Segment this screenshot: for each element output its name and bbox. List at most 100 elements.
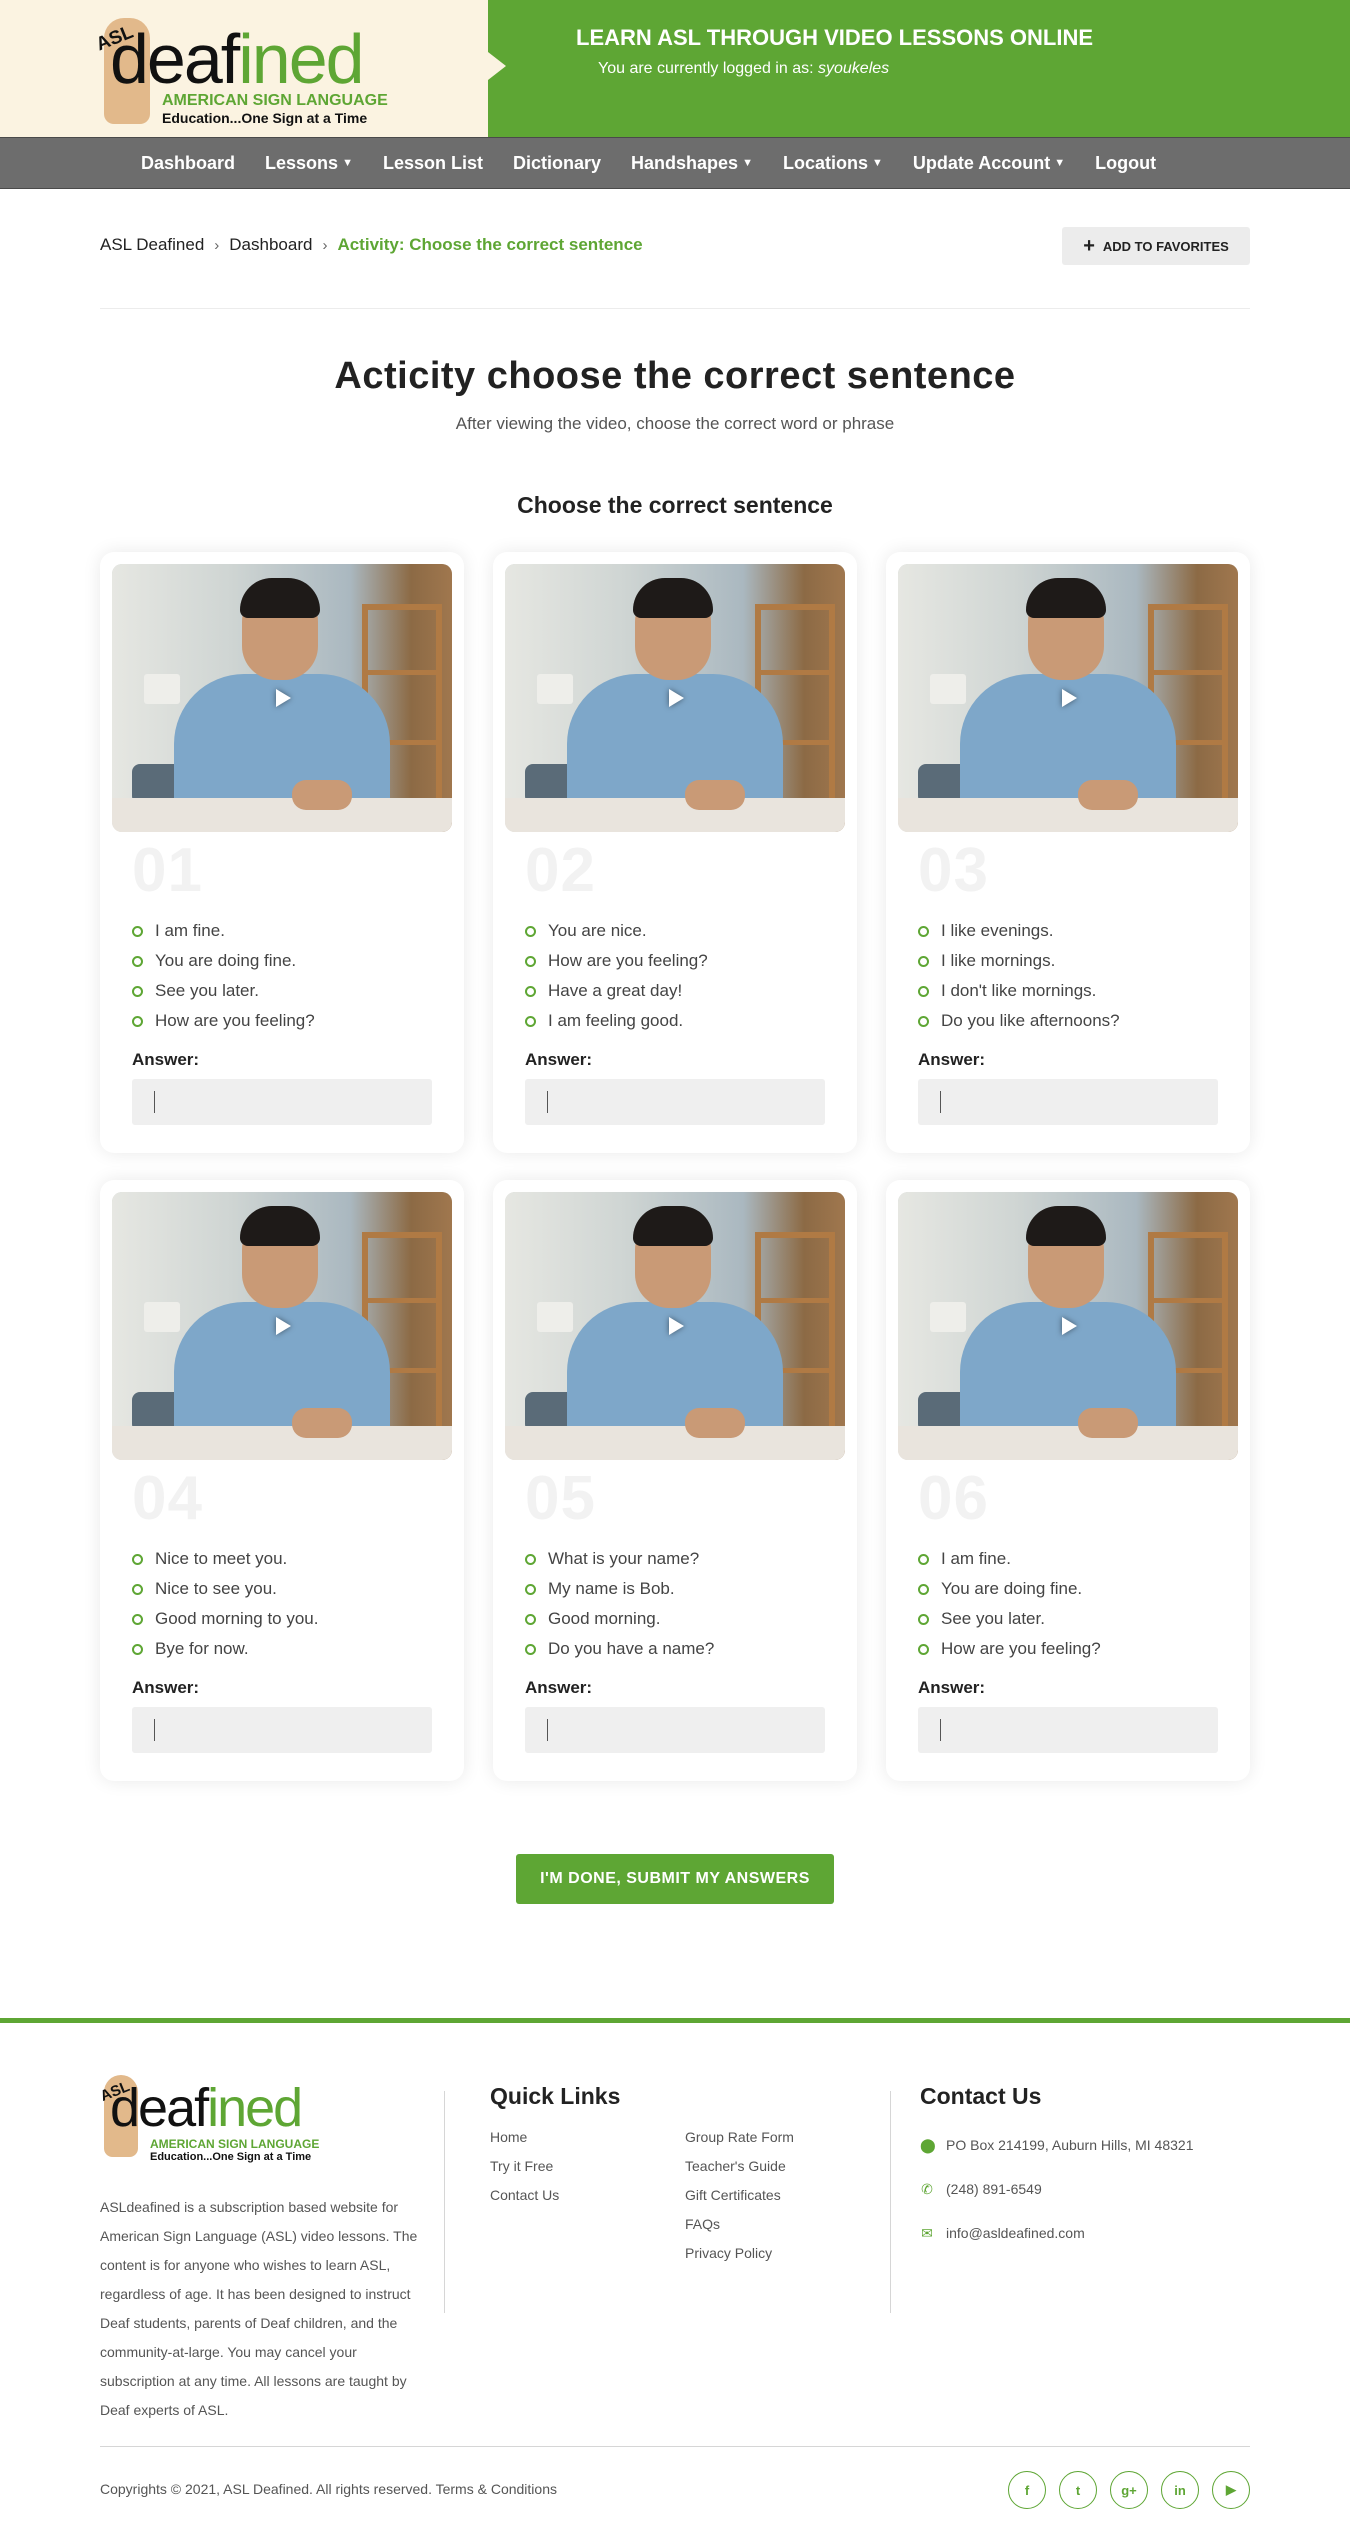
option-item: See you later.: [918, 1604, 1101, 1634]
nav-item-locations[interactable]: Locations ▼: [768, 153, 898, 174]
option-item: How are you feeling?: [525, 946, 708, 976]
video-player[interactable]: [898, 1192, 1238, 1460]
option-text: My name is Bob.: [548, 1579, 675, 1598]
footer-link[interactable]: Teacher's Guide: [685, 2152, 794, 2181]
answer-label: Answer:: [525, 1050, 593, 1069]
play-icon[interactable]: [1062, 689, 1077, 707]
youtube-icon[interactable]: ▶: [1212, 2471, 1250, 2509]
video-player[interactable]: [898, 564, 1238, 832]
play-icon[interactable]: [669, 689, 684, 707]
page-subtitle: After viewing the video, choose the corr…: [455, 414, 895, 433]
video-player[interactable]: [505, 1192, 845, 1460]
option-item: My name is Bob.: [525, 1574, 714, 1604]
option-item: How are you feeling?: [132, 1006, 315, 1036]
option-list: I am fine. You are doing fine. See you lat…: [918, 1544, 1101, 1664]
site-header: ASL deafined AMERICAN SIGN LANGUAGE Educ…: [0, 0, 1350, 137]
nav-item-dashboard[interactable]: Dashboard: [126, 153, 250, 174]
video-player[interactable]: [112, 564, 452, 832]
footer-link[interactable]: Gift Certificates: [685, 2181, 794, 2210]
option-text: Have a great day!: [548, 981, 683, 1000]
option-list: I like evenings. I like mornings. I don't …: [918, 916, 1120, 1036]
add-to-favorites-button[interactable]: + ADD TO FAVORITES: [1062, 227, 1250, 265]
footer-link[interactable]: Try it Free: [490, 2152, 559, 2181]
nav-item-lessons[interactable]: Lessons ▼: [250, 153, 368, 174]
text-cursor: [940, 1719, 941, 1741]
option-text: How are you feeling?: [941, 1639, 1101, 1658]
circle-bullet-icon: [525, 1015, 536, 1027]
twitter-icon[interactable]: t: [1059, 2471, 1097, 2509]
video-player[interactable]: [505, 564, 845, 832]
text-cursor: [154, 1719, 155, 1741]
site-logo[interactable]: ASL deafined AMERICAN SIGN LANGUAGE Educ…: [93, 10, 406, 128]
contact-email[interactable]: ✉ info@asldeafined.com: [920, 2211, 1193, 2255]
circle-bullet-icon: [525, 1553, 536, 1565]
option-text: I am feeling good.: [548, 1011, 684, 1030]
play-icon[interactable]: [276, 689, 291, 707]
nav-item-lesson-list[interactable]: Lesson List: [368, 153, 498, 174]
circle-bullet-icon: [132, 985, 143, 997]
login-prefix: You are currently logged in as:: [598, 60, 814, 77]
play-icon[interactable]: [1062, 1317, 1077, 1335]
breadcrumb-separator-icon: ›: [214, 236, 220, 254]
footer-logo[interactable]: ASL deafined AMERICAN SIGN LANGUAGE Educ…: [98, 2071, 330, 2163]
answer-label: Answer:: [525, 1678, 593, 1697]
option-text: I am fine.: [155, 921, 225, 940]
footer-link[interactable]: Contact Us: [490, 2181, 559, 2210]
nav-item-update-account[interactable]: Update Account ▼: [898, 153, 1080, 174]
breadcrumb: ASL Deafined › Dashboard › Activity: Cho…: [100, 235, 643, 255]
submit-answers-button[interactable]: I'M DONE, SUBMIT MY ANSWERS: [516, 1854, 834, 1904]
option-text: See you later.: [941, 1609, 1045, 1628]
site-footer: ASL deafined AMERICAN SIGN LANGUAGE Educ…: [0, 2018, 1350, 2529]
nav-item-dictionary[interactable]: Dictionary: [498, 153, 616, 174]
map-pin-icon: ⬤: [920, 2136, 936, 2153]
answer-input[interactable]: [525, 1707, 825, 1753]
option-item: I like evenings.: [918, 916, 1120, 946]
option-item: How are you feeling?: [918, 1634, 1101, 1664]
footer-bottom: Copyrights © 2021, ASL Deafined. All rig…: [100, 2447, 1250, 2529]
breadcrumb-home[interactable]: ASL Deafined: [100, 235, 204, 255]
option-item: Nice to see you.: [132, 1574, 318, 1604]
option-item: I am fine.: [132, 916, 315, 946]
answer-input[interactable]: [918, 1707, 1218, 1753]
linkedin-icon[interactable]: in: [1161, 2471, 1199, 2509]
card-number: 03: [918, 836, 989, 905]
play-icon[interactable]: [669, 1317, 684, 1335]
logo-tagline-1: AMERICAN SIGN LANGUAGE: [162, 92, 388, 109]
answer-input[interactable]: [132, 1079, 432, 1125]
footer-link[interactable]: Privacy Policy: [685, 2239, 794, 2268]
card-number: 04: [132, 1464, 203, 1533]
card-number: 01: [132, 836, 203, 905]
option-text: Do you have a name?: [548, 1639, 715, 1658]
footer-link[interactable]: Home: [490, 2123, 559, 2152]
breadcrumb-dashboard[interactable]: Dashboard: [229, 235, 312, 255]
option-item: Do you have a name?: [525, 1634, 714, 1664]
video-player[interactable]: [112, 1192, 452, 1460]
nav-item-handshapes[interactable]: Handshapes ▼: [616, 153, 768, 174]
option-text: See you later.: [155, 981, 259, 1000]
header-banner: LEARN ASL THROUGH VIDEO LESSONS ONLINE Y…: [488, 0, 1350, 137]
activity-card-grid: 01 I am fine. You are doing fine. See you …: [100, 552, 1250, 1781]
social-links: f t g+ in ▶: [1008, 2471, 1250, 2509]
nav-item-logout[interactable]: Logout: [1080, 153, 1171, 174]
play-icon[interactable]: [276, 1317, 291, 1335]
answer-input[interactable]: [918, 1079, 1218, 1125]
option-text: Bye for now.: [155, 1639, 249, 1658]
footer-link[interactable]: Group Rate Form: [685, 2123, 794, 2152]
circle-bullet-icon: [918, 925, 929, 937]
activity-card-06: 06 I am fine. You are doing fine. See you …: [886, 1180, 1250, 1781]
facebook-icon[interactable]: f: [1008, 2471, 1046, 2509]
google-plus-icon[interactable]: g+: [1110, 2471, 1148, 2509]
circle-bullet-icon: [525, 1583, 536, 1595]
circle-bullet-icon: [918, 1583, 929, 1595]
section-title: Choose the correct sentence: [517, 492, 833, 518]
contact-phone[interactable]: ✆ (248) 891-6549: [920, 2167, 1193, 2211]
option-text: You are doing fine.: [941, 1579, 1083, 1598]
answer-input[interactable]: [525, 1079, 825, 1125]
option-list: I am fine. You are doing fine. See you lat…: [132, 916, 315, 1036]
answer-input[interactable]: [132, 1707, 432, 1753]
circle-bullet-icon: [132, 955, 143, 967]
circle-bullet-icon: [525, 925, 536, 937]
footer-link[interactable]: FAQs: [685, 2210, 794, 2239]
quick-links-heading: Quick Links: [490, 2083, 621, 2109]
activity-card-01: 01 I am fine. You are doing fine. See you …: [100, 552, 464, 1153]
